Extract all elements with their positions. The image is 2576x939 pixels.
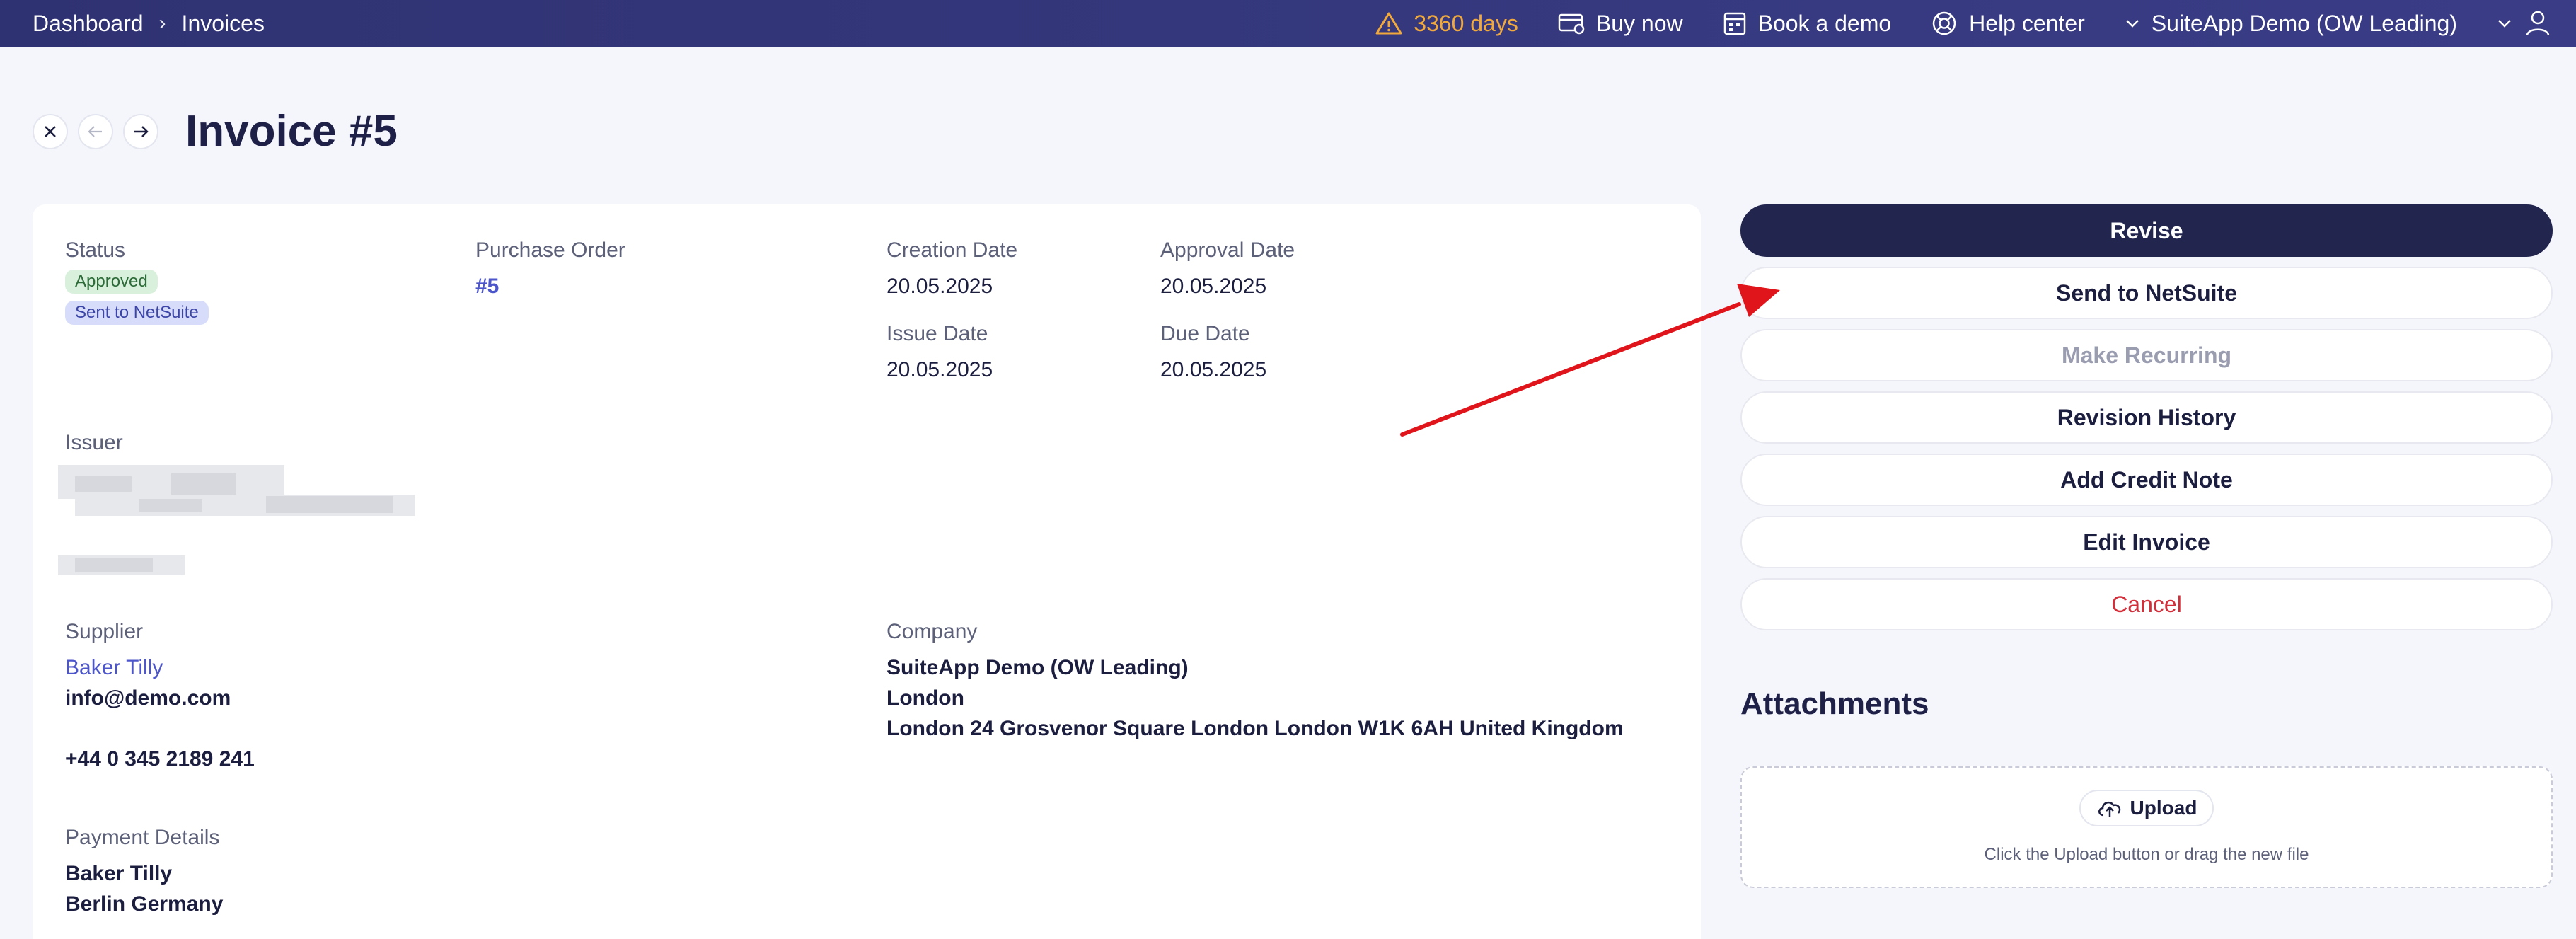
user-menu[interactable] bbox=[2497, 9, 2551, 38]
issuer-label: Issuer bbox=[65, 431, 123, 454]
payment-location: Berlin Germany bbox=[65, 892, 224, 916]
company-city: London bbox=[886, 686, 964, 710]
issue-date-label: Issue Date bbox=[886, 322, 988, 345]
upload-hint: Click the Upload button or drag the new … bbox=[1984, 845, 2309, 864]
upload-button[interactable]: Upload bbox=[2079, 790, 2214, 826]
trial-days-indicator[interactable]: 3360 days bbox=[1375, 11, 1518, 37]
payment-details-label: Payment Details bbox=[65, 826, 220, 849]
due-date-field: Due Date 20.05.2025 bbox=[1160, 322, 1266, 385]
breadcrumb-invoices[interactable]: Invoices bbox=[182, 11, 265, 37]
status-badge-approved: Approved bbox=[65, 270, 158, 294]
top-right-menu: 3360 days Buy now Book a demo Help cente… bbox=[1375, 0, 2576, 47]
attachment-dropzone[interactable]: Upload Click the Upload button or drag t… bbox=[1740, 766, 2553, 888]
revision-history-button[interactable]: Revision History bbox=[1740, 391, 2553, 444]
calendar-icon bbox=[1723, 12, 1745, 35]
warning-icon bbox=[1375, 12, 1402, 35]
lifebuoy-icon bbox=[1932, 11, 1956, 35]
company-name: SuiteApp Demo (OW Leading) bbox=[2151, 10, 2457, 36]
cloud-upload-icon bbox=[2098, 801, 2120, 817]
approval-date-value: 20.05.2025 bbox=[1160, 275, 1267, 298]
payment-name: Baker Tilly bbox=[65, 862, 173, 885]
close-button[interactable] bbox=[33, 113, 68, 149]
company-address: London 24 Grosvenor Square London London… bbox=[886, 717, 1624, 740]
card-icon bbox=[1558, 13, 1585, 35]
help-center-label: Help center bbox=[1969, 10, 2085, 36]
due-date-label: Due Date bbox=[1160, 322, 1250, 345]
payment-details-field: Payment Details Baker Tilly Berlin Germa… bbox=[65, 826, 223, 919]
previous-invoice-button[interactable] bbox=[78, 113, 113, 149]
purchase-order-link[interactable]: #5 bbox=[475, 271, 625, 301]
chevron-down-icon bbox=[2125, 20, 2139, 28]
cancel-button[interactable]: Cancel bbox=[1740, 578, 2553, 630]
status-field: Status Approved Sent to NetSuite bbox=[65, 238, 209, 325]
company-switcher[interactable]: SuiteApp Demo (OW Leading) bbox=[2125, 11, 2457, 37]
close-icon bbox=[45, 125, 56, 137]
arrow-right-icon bbox=[134, 125, 149, 137]
help-center-button[interactable]: Help center bbox=[1931, 10, 2085, 37]
issuer-field: Issuer bbox=[65, 431, 123, 455]
creation-date-label: Creation Date bbox=[886, 238, 1018, 262]
buy-now-label: Buy now bbox=[1595, 10, 1683, 36]
supplier-field: Supplier Baker Tilly info@demo.com +44 0… bbox=[65, 620, 255, 774]
revise-button[interactable]: Revise bbox=[1740, 204, 2553, 257]
approval-date-field: Approval Date 20.05.2025 bbox=[1160, 238, 1295, 301]
status-badge-sent: Sent to NetSuite bbox=[65, 301, 209, 325]
add-credit-note-button[interactable]: Add Credit Note bbox=[1740, 454, 2553, 506]
invoice-details-card: Status Approved Sent to NetSuite Purchas… bbox=[33, 204, 1701, 939]
supplier-phone: +44 0 345 2189 241 bbox=[65, 747, 255, 771]
edit-invoice-button[interactable]: Edit Invoice bbox=[1740, 516, 2553, 568]
breadcrumb: Dashboard › Invoices bbox=[0, 11, 265, 37]
creation-date-value: 20.05.2025 bbox=[886, 275, 993, 298]
creation-date-field: Creation Date 20.05.2025 bbox=[886, 238, 1017, 301]
status-label: Status bbox=[65, 238, 126, 262]
buy-now-button[interactable]: Buy now bbox=[1558, 11, 1683, 37]
breadcrumb-dashboard[interactable]: Dashboard bbox=[33, 11, 144, 37]
trial-days-text: 3360 days bbox=[1414, 10, 1518, 36]
supplier-name-link[interactable]: Baker Tilly bbox=[65, 652, 255, 683]
page-title: Invoice #5 bbox=[185, 107, 398, 156]
company-name-value: SuiteApp Demo (OW Leading) bbox=[886, 656, 1189, 679]
company-field: Company SuiteApp Demo (OW Leading) Londo… bbox=[886, 620, 1624, 744]
issue-date-value: 20.05.2025 bbox=[886, 358, 993, 381]
supplier-email: info@demo.com bbox=[65, 686, 231, 710]
invoice-actions: Revise Send to NetSuite Make Recurring R… bbox=[1740, 204, 2553, 640]
book-demo-button[interactable]: Book a demo bbox=[1723, 10, 1892, 37]
book-demo-label: Book a demo bbox=[1757, 10, 1892, 36]
purchase-order-label: Purchase Order bbox=[475, 238, 625, 262]
arrow-left-icon bbox=[88, 125, 102, 137]
upload-label: Upload bbox=[2130, 797, 2197, 819]
send-to-netsuite-button[interactable]: Send to NetSuite bbox=[1740, 267, 2553, 319]
purchase-order-field: Purchase Order #5 bbox=[475, 238, 625, 301]
user-icon bbox=[2526, 11, 2550, 36]
chevron-right-icon: › bbox=[158, 11, 166, 35]
top-navigation-bar: Dashboard › Invoices 3360 days Buy now B… bbox=[0, 0, 2576, 47]
make-recurring-button[interactable]: Make Recurring bbox=[1740, 329, 2553, 381]
attachments-title: Attachments bbox=[1740, 686, 1929, 721]
approval-date-label: Approval Date bbox=[1160, 238, 1295, 262]
company-label: Company bbox=[886, 620, 978, 643]
issue-date-field: Issue Date 20.05.2025 bbox=[886, 322, 993, 385]
page-header: Invoice #5 bbox=[33, 106, 398, 156]
supplier-label: Supplier bbox=[65, 620, 144, 643]
due-date-value: 20.05.2025 bbox=[1160, 358, 1267, 381]
next-invoice-button[interactable] bbox=[123, 113, 158, 149]
chevron-down-icon bbox=[2498, 20, 2511, 28]
